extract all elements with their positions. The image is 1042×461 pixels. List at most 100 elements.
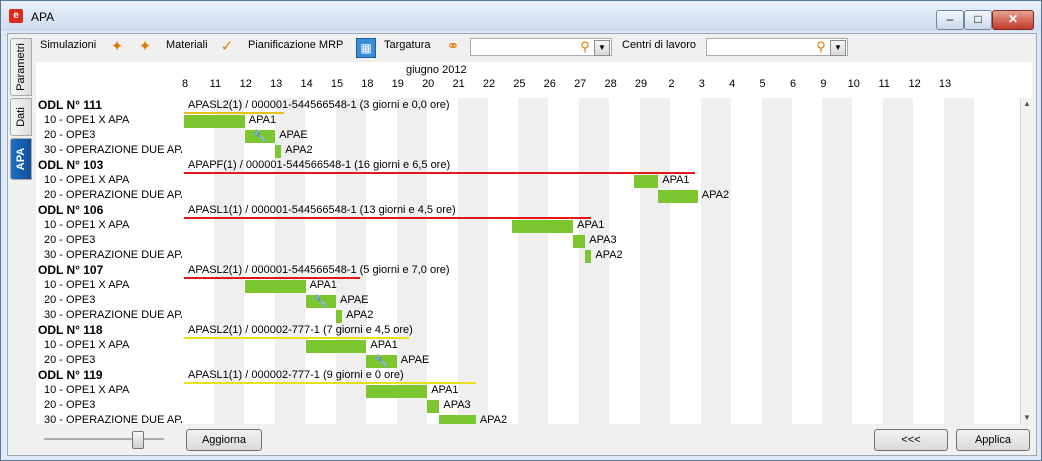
- operation-row[interactable]: 10 - OPE1 X APA APA1: [36, 383, 1018, 398]
- order-label: ODL N° 118: [38, 323, 103, 337]
- scroll-down-icon[interactable]: ▼: [1022, 413, 1032, 423]
- operation-bar[interactable]: [439, 415, 476, 424]
- checkmark-icon[interactable]: ✓: [218, 38, 236, 56]
- operation-row[interactable]: 20 - OPE3 🔧 APAE: [36, 353, 1018, 368]
- operation-bar[interactable]: [633, 175, 659, 188]
- day-label: 13: [270, 78, 283, 90]
- order-info: APAPF(1) / 000001-544566548-1 (16 giorni…: [188, 159, 451, 171]
- aggiorna-button[interactable]: Aggiorna: [186, 429, 262, 451]
- day-label: 11: [209, 78, 222, 90]
- operation-bar[interactable]: [366, 385, 428, 398]
- centri-combo[interactable]: ⚲ ▼: [706, 38, 848, 56]
- operation-row[interactable]: 10 - OPE1 X APA APA1: [36, 173, 1018, 188]
- day-label: 19: [391, 78, 404, 90]
- search-icon[interactable]: ⚲: [813, 39, 829, 55]
- operation-bar[interactable]: 🔧: [366, 354, 397, 368]
- operation-row[interactable]: 10 - OPE1 X APA APA1: [36, 338, 1018, 353]
- simulation-add-icon[interactable]: ✦: [108, 38, 126, 56]
- operation-bar[interactable]: [305, 340, 367, 353]
- wrench-icon: 🔧: [313, 294, 329, 308]
- operation-bar[interactable]: [427, 400, 440, 413]
- operation-bar[interactable]: 🔧: [244, 129, 276, 143]
- minimize-button[interactable]: –: [936, 10, 964, 30]
- operation-row[interactable]: 10 - OPE1 X APA APA1: [36, 278, 1018, 293]
- scroll-up-icon[interactable]: ▲: [1022, 99, 1032, 109]
- order-label: ODL N° 111: [38, 98, 102, 112]
- day-label: 11: [878, 78, 890, 90]
- operation-bar[interactable]: [585, 250, 592, 263]
- order-row[interactable]: ODL N° 107 APASL2(1) / 000001-544566548-1…: [36, 263, 1018, 279]
- day-label: 13: [938, 78, 952, 90]
- operation-row[interactable]: 10 - OPE1 X APA APA1: [36, 218, 1018, 233]
- order-info: APASL2(1) / 000001-544566548-1 (5 giorni…: [188, 264, 450, 276]
- operation-row[interactable]: 20 - OPE3 🔧 APAE: [36, 128, 1018, 143]
- day-label: 28: [604, 78, 617, 90]
- resource-label: APA1: [309, 279, 337, 291]
- simulation-edit-icon[interactable]: ✦: [136, 38, 154, 56]
- day-label: 20: [422, 78, 435, 90]
- operation-label: 20 - OPE3: [44, 294, 96, 306]
- operation-bar[interactable]: [658, 190, 698, 203]
- operation-bar[interactable]: [573, 235, 586, 248]
- minimize-icon: –: [946, 12, 954, 26]
- calendar-icon[interactable]: ▦: [356, 38, 376, 58]
- operation-row[interactable]: 10 - OPE1 X APA APA1: [36, 113, 1018, 128]
- operation-bar[interactable]: [275, 145, 282, 158]
- order-row[interactable]: ODL N° 103 APAPF(1) / 000001-544566548-1 …: [36, 158, 1018, 174]
- day-label: 21: [452, 78, 465, 90]
- order-row[interactable]: ODL N° 106 APASL1(1) / 000001-544566548-1…: [36, 203, 1018, 219]
- chevron-down-icon[interactable]: ▼: [594, 40, 610, 56]
- operation-bar[interactable]: 🔧: [305, 294, 336, 308]
- toolbar: Simulazioni ✦ ✦ Materiali ✓ Pianificazio…: [36, 34, 1036, 62]
- operation-row[interactable]: 30 - OPERAZIONE DUE APA APA2: [36, 143, 1018, 158]
- order-info: APASL2(1) / 000001-544566548-1 (3 giorni…: [188, 99, 450, 111]
- operation-bar[interactable]: [184, 115, 245, 128]
- operation-row[interactable]: 30 - OPERAZIONE DUE APA APA2: [36, 308, 1018, 323]
- slider-thumb[interactable]: [132, 431, 144, 449]
- resource-label: APAE: [279, 129, 308, 141]
- title-bar[interactable]: e APA – □ ✕: [1, 1, 1041, 31]
- order-info: APASL2(1) / 000002-777-1 (7 giorni e 4,5…: [188, 324, 413, 336]
- day-label: 5: [759, 78, 766, 90]
- operation-row[interactable]: 30 - OPERAZIONE DUE APA APA2: [36, 413, 1018, 424]
- operation-label: 20 - OPERAZIONE DUE APA: [44, 189, 182, 201]
- resource-label: APA2: [595, 249, 623, 261]
- resource-label: APA3: [589, 234, 617, 246]
- order-label: ODL N° 107: [38, 263, 104, 277]
- operation-bar[interactable]: [244, 280, 306, 293]
- wrench-icon: 🔧: [374, 354, 390, 368]
- order-info: APASL1(1) / 000002-777-1 (9 giorni e 0 o…: [188, 369, 404, 381]
- order-row[interactable]: ODL N° 119 APASL1(1) / 000002-777-1 (9 gi…: [36, 368, 1018, 384]
- operation-row[interactable]: 20 - OPE3 APA3: [36, 398, 1018, 413]
- month-header: giugno 2012: [406, 64, 467, 76]
- operation-row[interactable]: 20 - OPE3 APA3: [36, 233, 1018, 248]
- order-row[interactable]: ODL N° 111 APASL2(1) / 000001-544566548-1…: [36, 98, 1018, 114]
- operation-row[interactable]: 30 - OPERAZIONE DUE APA APA2: [36, 248, 1018, 263]
- day-label: 12: [908, 78, 921, 90]
- operation-row[interactable]: 20 - OPE3 🔧 APAE: [36, 293, 1018, 308]
- close-icon: ✕: [1007, 12, 1019, 26]
- operation-bar[interactable]: [512, 220, 574, 233]
- day-label: 9: [820, 78, 827, 90]
- tab-apa[interactable]: APA: [10, 138, 32, 180]
- resource-label: APA1: [370, 339, 398, 351]
- tab-dati[interactable]: Dati: [10, 98, 32, 136]
- close-button[interactable]: ✕: [992, 10, 1034, 30]
- operation-row[interactable]: 20 - OPERAZIONE DUE APA APA2: [36, 188, 1018, 203]
- maximize-button[interactable]: □: [964, 10, 992, 30]
- operation-bar[interactable]: [336, 310, 343, 323]
- back-button[interactable]: <<<: [874, 429, 948, 451]
- order-label: ODL N° 103: [38, 158, 104, 172]
- vertical-scrollbar[interactable]: ▲ ▼: [1020, 98, 1033, 424]
- targatura-label: Targatura: [384, 39, 431, 51]
- tab-parametri[interactable]: Parametri: [10, 38, 32, 96]
- tag-icon[interactable]: ⚭: [444, 38, 462, 56]
- targatura-combo[interactable]: ⚲ ▼: [470, 38, 612, 56]
- search-icon[interactable]: ⚲: [577, 39, 593, 55]
- order-row[interactable]: ODL N° 118 APASL2(1) / 000002-777-1 (7 gi…: [36, 323, 1018, 339]
- day-label: 6: [789, 78, 797, 90]
- resource-label: APA1: [662, 174, 690, 186]
- zoom-slider[interactable]: [44, 431, 164, 449]
- applica-button[interactable]: Applica: [956, 429, 1030, 451]
- chevron-down-icon[interactable]: ▼: [830, 40, 846, 56]
